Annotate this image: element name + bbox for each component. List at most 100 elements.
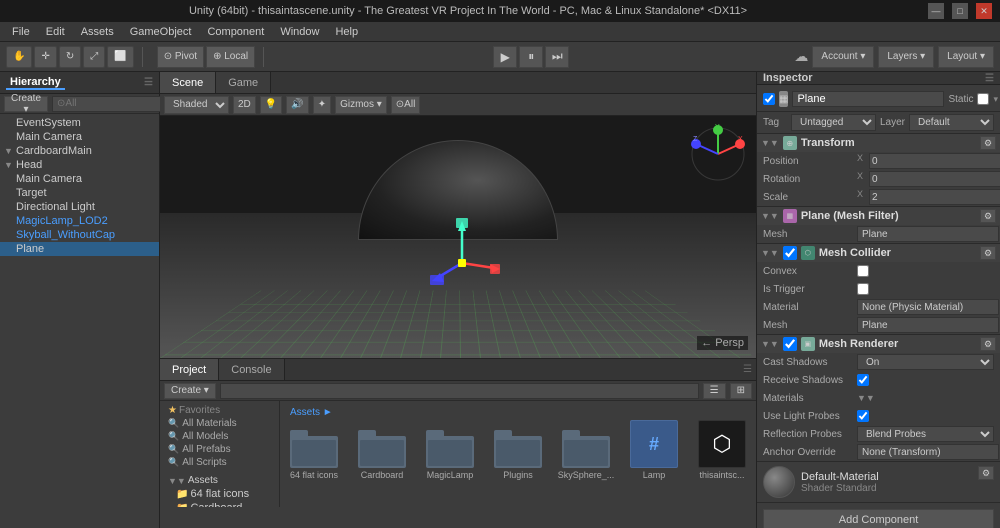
rect-tool-button[interactable]: ⬜ [107, 46, 133, 68]
pause-button[interactable]: ⏸ [519, 46, 543, 68]
scene-lights-button[interactable]: 💡 [260, 96, 282, 114]
collider-mesh-input[interactable] [857, 317, 999, 333]
meshrenderer-enabled-checkbox[interactable] [783, 337, 797, 351]
meshfilter-menu-button[interactable]: ⚙ [980, 209, 996, 223]
2d-button[interactable]: 2D [233, 96, 256, 114]
fav-item-allscripts[interactable]: 🔍 All Scripts [164, 456, 275, 469]
hierarchy-item-plane[interactable]: Plane [0, 242, 159, 256]
static-dropdown-icon[interactable]: ▾ [993, 94, 998, 105]
bottom-panel-menu-icon[interactable]: ☰ [743, 364, 756, 375]
hierarchy-item-directionallight[interactable]: Directional Light [0, 200, 159, 214]
rotate-tool-button[interactable]: ↻ [59, 46, 81, 68]
convex-checkbox[interactable] [857, 265, 869, 277]
inspector-menu-icon[interactable]: ☰ [985, 73, 994, 84]
pivot-button[interactable]: ⊙ Pivot [157, 46, 204, 68]
scene-tab[interactable]: Scene [160, 72, 216, 93]
fav-item-allmaterials[interactable]: 🔍 All Materials [164, 417, 275, 430]
reflectionprobes-select[interactable]: Blend Probes [857, 426, 994, 442]
hierarchy-menu-icon[interactable]: ☰ [144, 77, 153, 88]
meshcollider-enabled-checkbox[interactable] [783, 246, 797, 260]
layout-button[interactable]: Layout ▾ [938, 46, 994, 68]
game-tab[interactable]: Game [216, 72, 271, 93]
shading-select[interactable]: Shaded [164, 96, 229, 114]
meshcollider-header[interactable]: ▼ ⬡ Mesh Collider ⚙ [757, 244, 1000, 262]
asset-item-magiclamp[interactable]: MagicLamp [420, 430, 480, 481]
scene-effects-button[interactable]: ✦ [313, 96, 331, 114]
step-button[interactable]: ⏭ [545, 46, 569, 68]
project-tab[interactable]: Project [160, 359, 219, 380]
meshcollider-menu-button[interactable]: ⚙ [980, 246, 996, 260]
hierarchy-item-skyball[interactable]: Skyball_WithoutCap [0, 228, 159, 242]
layer-select[interactable]: Default [909, 114, 994, 131]
menu-window[interactable]: Window [272, 22, 327, 41]
account-button[interactable]: Account ▾ [812, 46, 874, 68]
asset-item-skysphere[interactable]: SkySphere_... [556, 430, 616, 481]
transform-header[interactable]: ▼ ⊕ Transform ⚙ [757, 134, 1000, 152]
all-layers-button[interactable]: ⊙All [391, 96, 421, 114]
hierarchy-item-maincamera[interactable]: Main Camera [0, 130, 159, 144]
scene-audio-button[interactable]: 🔊 [286, 96, 308, 114]
asset-item-cardboard[interactable]: Cardboard [352, 430, 412, 481]
object-enabled-checkbox[interactable] [763, 93, 775, 105]
static-checkbox[interactable] [977, 93, 989, 105]
menu-file[interactable]: File [4, 22, 38, 41]
menu-help[interactable]: Help [327, 22, 366, 41]
move-tool-button[interactable]: ✛ [34, 46, 56, 68]
minimize-button[interactable]: — [928, 3, 944, 19]
hierarchy-item-magiclamp[interactable]: MagicLamp_LOD2 [0, 214, 159, 228]
scene-gizmo[interactable]: X Y Z [688, 124, 748, 184]
maximize-button[interactable]: □ [952, 3, 968, 19]
anchoroverride-input[interactable] [857, 444, 999, 460]
meshrenderer-menu-button[interactable]: ⚙ [980, 337, 996, 351]
hierarchy-item-eventsystem[interactable]: EventSystem [0, 116, 159, 130]
meshfilter-header[interactable]: ▼ ▦ Plane (Mesh Filter) ⚙ [757, 207, 1000, 225]
project-search-input[interactable] [220, 383, 699, 399]
collider-material-input[interactable] [857, 299, 999, 315]
project-view-button[interactable]: ⊞ [730, 383, 752, 399]
console-tab[interactable]: Console [219, 359, 284, 380]
hierarchy-item-headcamera[interactable]: Main Camera [0, 172, 159, 186]
scale-x-input[interactable] [869, 189, 1000, 205]
transform-menu-button[interactable]: ⚙ [980, 136, 996, 150]
asset-item-thisaintscene[interactable]: ⬡ thisaintsc... [692, 420, 752, 481]
rotation-x-input[interactable] [869, 171, 1000, 187]
close-button[interactable]: ✕ [976, 3, 992, 19]
material-menu-button[interactable]: ⚙ [978, 466, 994, 480]
fav-item-allmodels[interactable]: 🔍 All Models [164, 430, 275, 443]
hierarchy-item-target[interactable]: Target [0, 186, 159, 200]
tag-select[interactable]: Untagged [791, 114, 876, 131]
hierarchy-create-button[interactable]: Create ▾ [4, 96, 48, 112]
meshrenderer-header[interactable]: ▼ ▣ Mesh Renderer ⚙ [757, 335, 1000, 353]
play-button[interactable]: ▶ [493, 46, 517, 68]
menu-component[interactable]: Component [199, 22, 272, 41]
material-name[interactable]: Default-Material [801, 471, 972, 483]
uselightprobes-checkbox[interactable] [857, 410, 869, 422]
object-name-input[interactable] [792, 91, 944, 107]
asset-item-plugins[interactable]: Plugins [488, 430, 548, 481]
meshfilter-mesh-input[interactable] [857, 226, 999, 242]
transform-gizmo[interactable] [422, 213, 502, 296]
gizmos-button[interactable]: Gizmos ▾ [335, 96, 387, 114]
receiveshadows-checkbox[interactable] [857, 374, 869, 386]
istrigger-checkbox[interactable] [857, 283, 869, 295]
persp-label[interactable]: ← Persp [697, 336, 748, 350]
hand-tool-button[interactable]: ✋ [6, 46, 32, 68]
asset-item-lamp[interactable]: # Lamp [624, 420, 684, 481]
asset-item-64flaticons[interactable]: 64 flat icons [284, 430, 344, 481]
assets-breadcrumb-link[interactable]: Assets ► [290, 407, 333, 418]
menu-assets[interactable]: Assets [73, 22, 122, 41]
position-x-input[interactable] [869, 153, 1000, 169]
fav-item-allprefabs[interactable]: 🔍 All Prefabs [164, 443, 275, 456]
castshadows-select[interactable]: On [857, 354, 994, 370]
add-component-button[interactable]: Add Component [763, 509, 994, 528]
tree-item-64flaticons[interactable]: 📁 64 flat icons [174, 487, 275, 501]
scale-tool-button[interactable]: ⤢ [83, 46, 105, 68]
project-create-button[interactable]: Create ▾ [164, 383, 216, 399]
local-button[interactable]: ⊕ Local [206, 46, 255, 68]
tree-item-cardboard[interactable]: 📁 Cardboard [174, 501, 275, 507]
layers-button[interactable]: Layers ▾ [878, 46, 934, 68]
menu-gameobject[interactable]: GameObject [122, 22, 200, 41]
scene-view[interactable]: X Y Z ← Persp [160, 116, 756, 358]
hierarchy-tab[interactable]: Hierarchy [6, 76, 65, 90]
project-filter-button[interactable]: ☰ [703, 383, 726, 399]
